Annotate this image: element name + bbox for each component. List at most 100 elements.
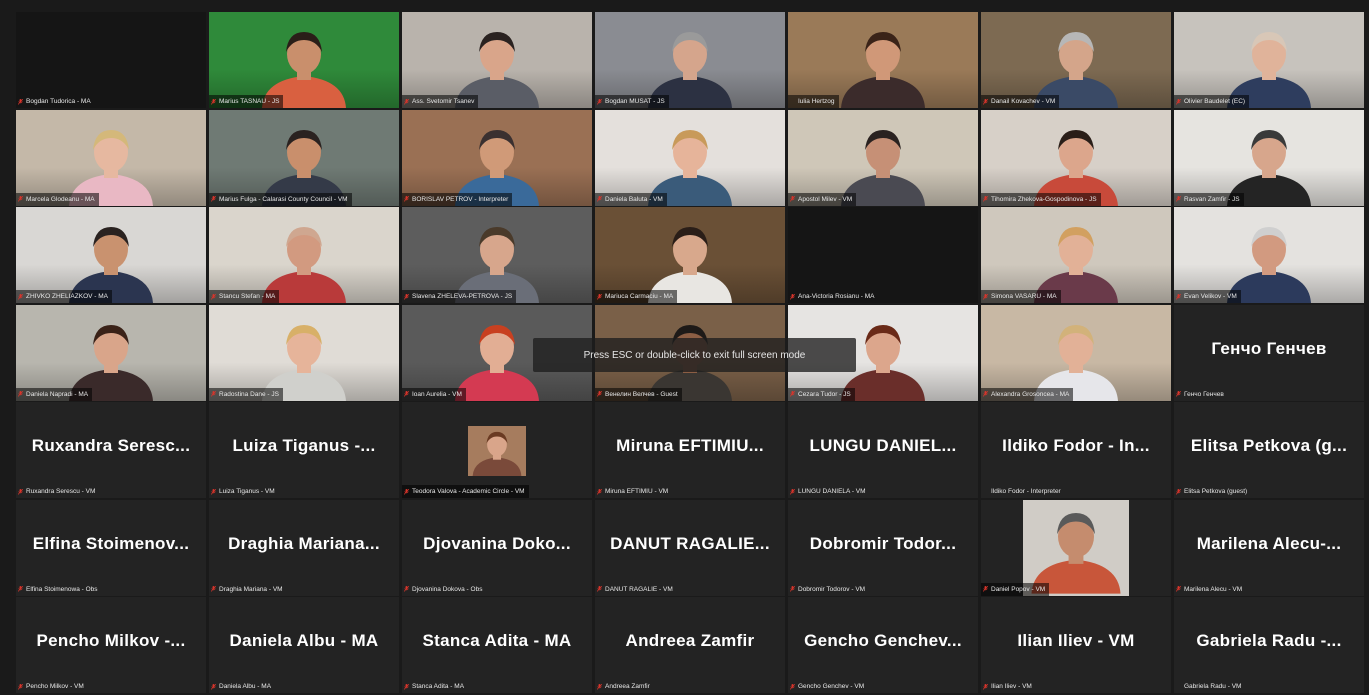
participant-tile[interactable]: Gabriela Radu -... Gabriela Radu - VM: [1174, 597, 1364, 693]
participant-tile[interactable]: Iulia Hertzog: [788, 12, 978, 108]
participant-display-name: Pencho Milkov -...: [36, 631, 186, 650]
participant-name-label: Evan Velikov - VM: [1174, 290, 1241, 303]
participant-tile[interactable]: Stancu Stefan - MA: [209, 207, 399, 303]
mic-muted-icon: [790, 488, 795, 495]
participant-name-text: Венелин Велчев - Guest: [605, 390, 678, 398]
participant-tile[interactable]: Stanca Adita - MA Stanca Adita - MA: [402, 597, 592, 693]
participant-tile[interactable]: Mariuca Carmaciu - MA: [595, 207, 785, 303]
participant-name-label: Draghia Mariana - VM: [209, 583, 287, 596]
mic-muted-icon: [404, 488, 409, 495]
participant-name-label: Tihomira Zhekova-Gospodinova - JS: [981, 192, 1101, 206]
participant-name-text: Slavena ZHELEVA-PETROVA - JS: [412, 293, 513, 300]
participant-display-name: Daniela Albu - MA: [229, 631, 379, 650]
participant-tile[interactable]: Luiza Tiganus -... Luiza Tiganus - VM: [209, 402, 399, 498]
participant-name-text: Daniela Napradi - MA: [26, 390, 89, 398]
participant-tile[interactable]: BORISLAV PETROV - Interpreter: [402, 109, 592, 206]
participant-tile[interactable]: Djovanina Doko... Djovanina Dokova - Obs: [402, 499, 592, 596]
participant-display-name: Elfina Stoimenov...: [32, 533, 190, 553]
participant-name-label: Luiza Tiganus - VM: [209, 485, 279, 498]
participant-tile[interactable]: Bogdan Tudorica - MA: [16, 12, 206, 108]
participant-tile[interactable]: Gencho Genchev... Gencho Genchev - VM: [788, 597, 978, 693]
mic-icon: [983, 489, 988, 495]
participant-name-label: Marilena Alecu - VM: [1174, 583, 1246, 596]
mic-muted-icon: [211, 293, 216, 300]
participant-tile[interactable]: Tihomira Zhekova-Gospodinova - JS: [981, 109, 1171, 206]
participant-tile[interactable]: Draghia Mariana... Draghia Mariana - VM: [209, 499, 399, 596]
participant-name-label: BORISLAV PETROV - Interpreter: [402, 192, 513, 206]
participant-name-label: Djovanina Dokova - Obs: [402, 583, 486, 596]
participant-tile[interactable]: Ilian Iliev - VM Ilian Iliev - VM: [981, 597, 1171, 693]
participant-tile[interactable]: Elitsa Petkova (g... Elitsa Petkova (gues…: [1174, 402, 1364, 498]
mic-icon: [1176, 684, 1181, 690]
participant-name-label: Andreea Zamfir: [595, 680, 654, 693]
participant-name-label: Daniela Albu - MA: [209, 680, 275, 693]
participant-tile[interactable]: Dobromir Todor... Dobromir Todorov - VM: [788, 499, 978, 596]
participant-name-label: Ruxandra Serescu - VM: [16, 485, 99, 498]
participant-name-label: Stancu Stefan - MA: [209, 290, 280, 303]
participant-tile[interactable]: Simona VASARU - MA: [981, 207, 1171, 303]
participant-tile[interactable]: Elfina Stoimenov... Elfina Stoimenowa - O…: [16, 499, 206, 596]
participant-tile[interactable]: Danail Kovachev - VM: [981, 12, 1171, 108]
participant-display-name: Генчо Генчев: [1211, 338, 1327, 358]
participant-tile[interactable]: ZHIVKO ZHELIAZKOV - MA: [16, 207, 206, 303]
participant-tile[interactable]: Alexandra Grosoncea - MA: [981, 304, 1171, 401]
participant-display-name: Andreea Zamfir: [625, 631, 755, 650]
participant-name-text: Teodora Valova - Academic Circle - VM: [412, 488, 525, 495]
participant-tile[interactable]: Ass. Svetomir Tsanev: [402, 12, 592, 108]
participant-name-text: Danail Kovachev - VM: [991, 98, 1056, 105]
participant-name-text: Elfina Stoimenowa - Obs: [26, 585, 98, 593]
participant-tile[interactable]: Olivier Baudelet (EC): [1174, 12, 1364, 108]
participant-name-text: Simona VASARU - MA: [991, 293, 1057, 300]
profile-picture: [468, 426, 526, 476]
participant-tile[interactable]: Andreea Zamfir Andreea Zamfir: [595, 597, 785, 693]
participant-tile[interactable]: Teodora Valova - Academic Circle - VM: [402, 402, 592, 498]
participant-name-label: Венелин Велчев - Guest: [595, 387, 682, 401]
participant-tile[interactable]: Rasvan Zamfir - JS: [1174, 109, 1364, 206]
participant-name-label: Bogdan Tudorica - MA: [16, 95, 95, 108]
participant-name-label: Daniela Baluta - VM: [595, 192, 667, 206]
participant-name-text: Ruxandra Serescu - VM: [26, 488, 96, 495]
participant-tile[interactable]: Daniel Popov - VM: [981, 499, 1171, 596]
participant-tile[interactable]: LUNGU DANIEL... LUNGU DANIELA - VM: [788, 402, 978, 498]
participant-name-text: Draghia Mariana - VM: [219, 585, 283, 593]
participant-tile[interactable]: Marius TASNAU - JS: [209, 12, 399, 108]
participant-name-label: Генчо Генчев: [1174, 388, 1228, 401]
participant-tile[interactable]: Pencho Milkov -... Pencho Milkov - VM: [16, 597, 206, 693]
participant-tile[interactable]: Ana-Victoria Rosianu - MA: [788, 207, 978, 303]
participant-name-label: Cezara Tudor - JS: [788, 387, 855, 401]
mic-muted-icon: [790, 683, 795, 690]
participant-tile[interactable]: Marilena Alecu-... Marilena Alecu - VM: [1174, 499, 1364, 596]
mic-muted-icon: [983, 196, 988, 202]
participant-display-name: Ildiko Fodor - In...: [1002, 436, 1150, 455]
participant-name-label: Danail Kovachev - VM: [981, 95, 1060, 108]
participant-display-name: Stanca Adita - MA: [422, 631, 572, 650]
participant-tile[interactable]: Daniela Albu - MA Daniela Albu - MA: [209, 597, 399, 693]
participant-tile[interactable]: Marcela Glodeanu - MA: [16, 109, 206, 206]
mic-muted-icon: [597, 586, 602, 592]
participant-tile[interactable]: DANUT RAGALIE... DANUT RAGALIE - VM: [595, 499, 785, 596]
participant-name-text: Gabriela Radu - VM: [1184, 683, 1242, 690]
participant-display-name: Ilian Iliev - VM: [1017, 631, 1135, 650]
participant-tile[interactable]: Apostol Milev - VM: [788, 109, 978, 206]
mic-muted-icon: [211, 683, 216, 690]
participant-name-label: Miruna EFTIMIU - VM: [595, 485, 672, 498]
participant-tile[interactable]: Daniela Napradi - MA: [16, 304, 206, 401]
mic-muted-icon: [790, 586, 795, 592]
participant-display-name: Miruna EFTIMIU...: [616, 436, 764, 455]
participant-name-text: Ildiko Fodor - Interpreter: [991, 488, 1061, 495]
participant-tile[interactable]: Marius Fulga - Calarasi County Council -…: [209, 109, 399, 206]
mic-muted-icon: [1176, 196, 1181, 202]
participant-tile[interactable]: Ruxandra Seresc... Ruxandra Serescu - VM: [16, 402, 206, 498]
participant-tile[interactable]: Slavena ZHELEVA-PETROVA - JS: [402, 207, 592, 303]
participant-tile[interactable]: Ildiko Fodor - In... Ildiko Fodor - Inter…: [981, 402, 1171, 498]
participant-tile[interactable]: Radostina Dane - JS: [209, 304, 399, 401]
participant-name-text: Bogdan Tudorica - MA: [26, 98, 91, 105]
participant-tile[interactable]: Evan Velikov - VM: [1174, 207, 1364, 303]
participant-tile[interactable]: Daniela Baluta - VM: [595, 109, 785, 206]
participant-display-name: Gencho Genchev...: [804, 631, 962, 650]
participant-tile[interactable]: Генчо Генчев Генчо Генчев: [1174, 304, 1364, 401]
mic-muted-icon: [1176, 98, 1181, 105]
participant-tile[interactable]: Miruna EFTIMIU... Miruna EFTIMIU - VM: [595, 402, 785, 498]
participant-name-text: Daniela Baluta - VM: [605, 195, 663, 203]
participant-tile[interactable]: Bogdan MUSAT - JS: [595, 12, 785, 108]
